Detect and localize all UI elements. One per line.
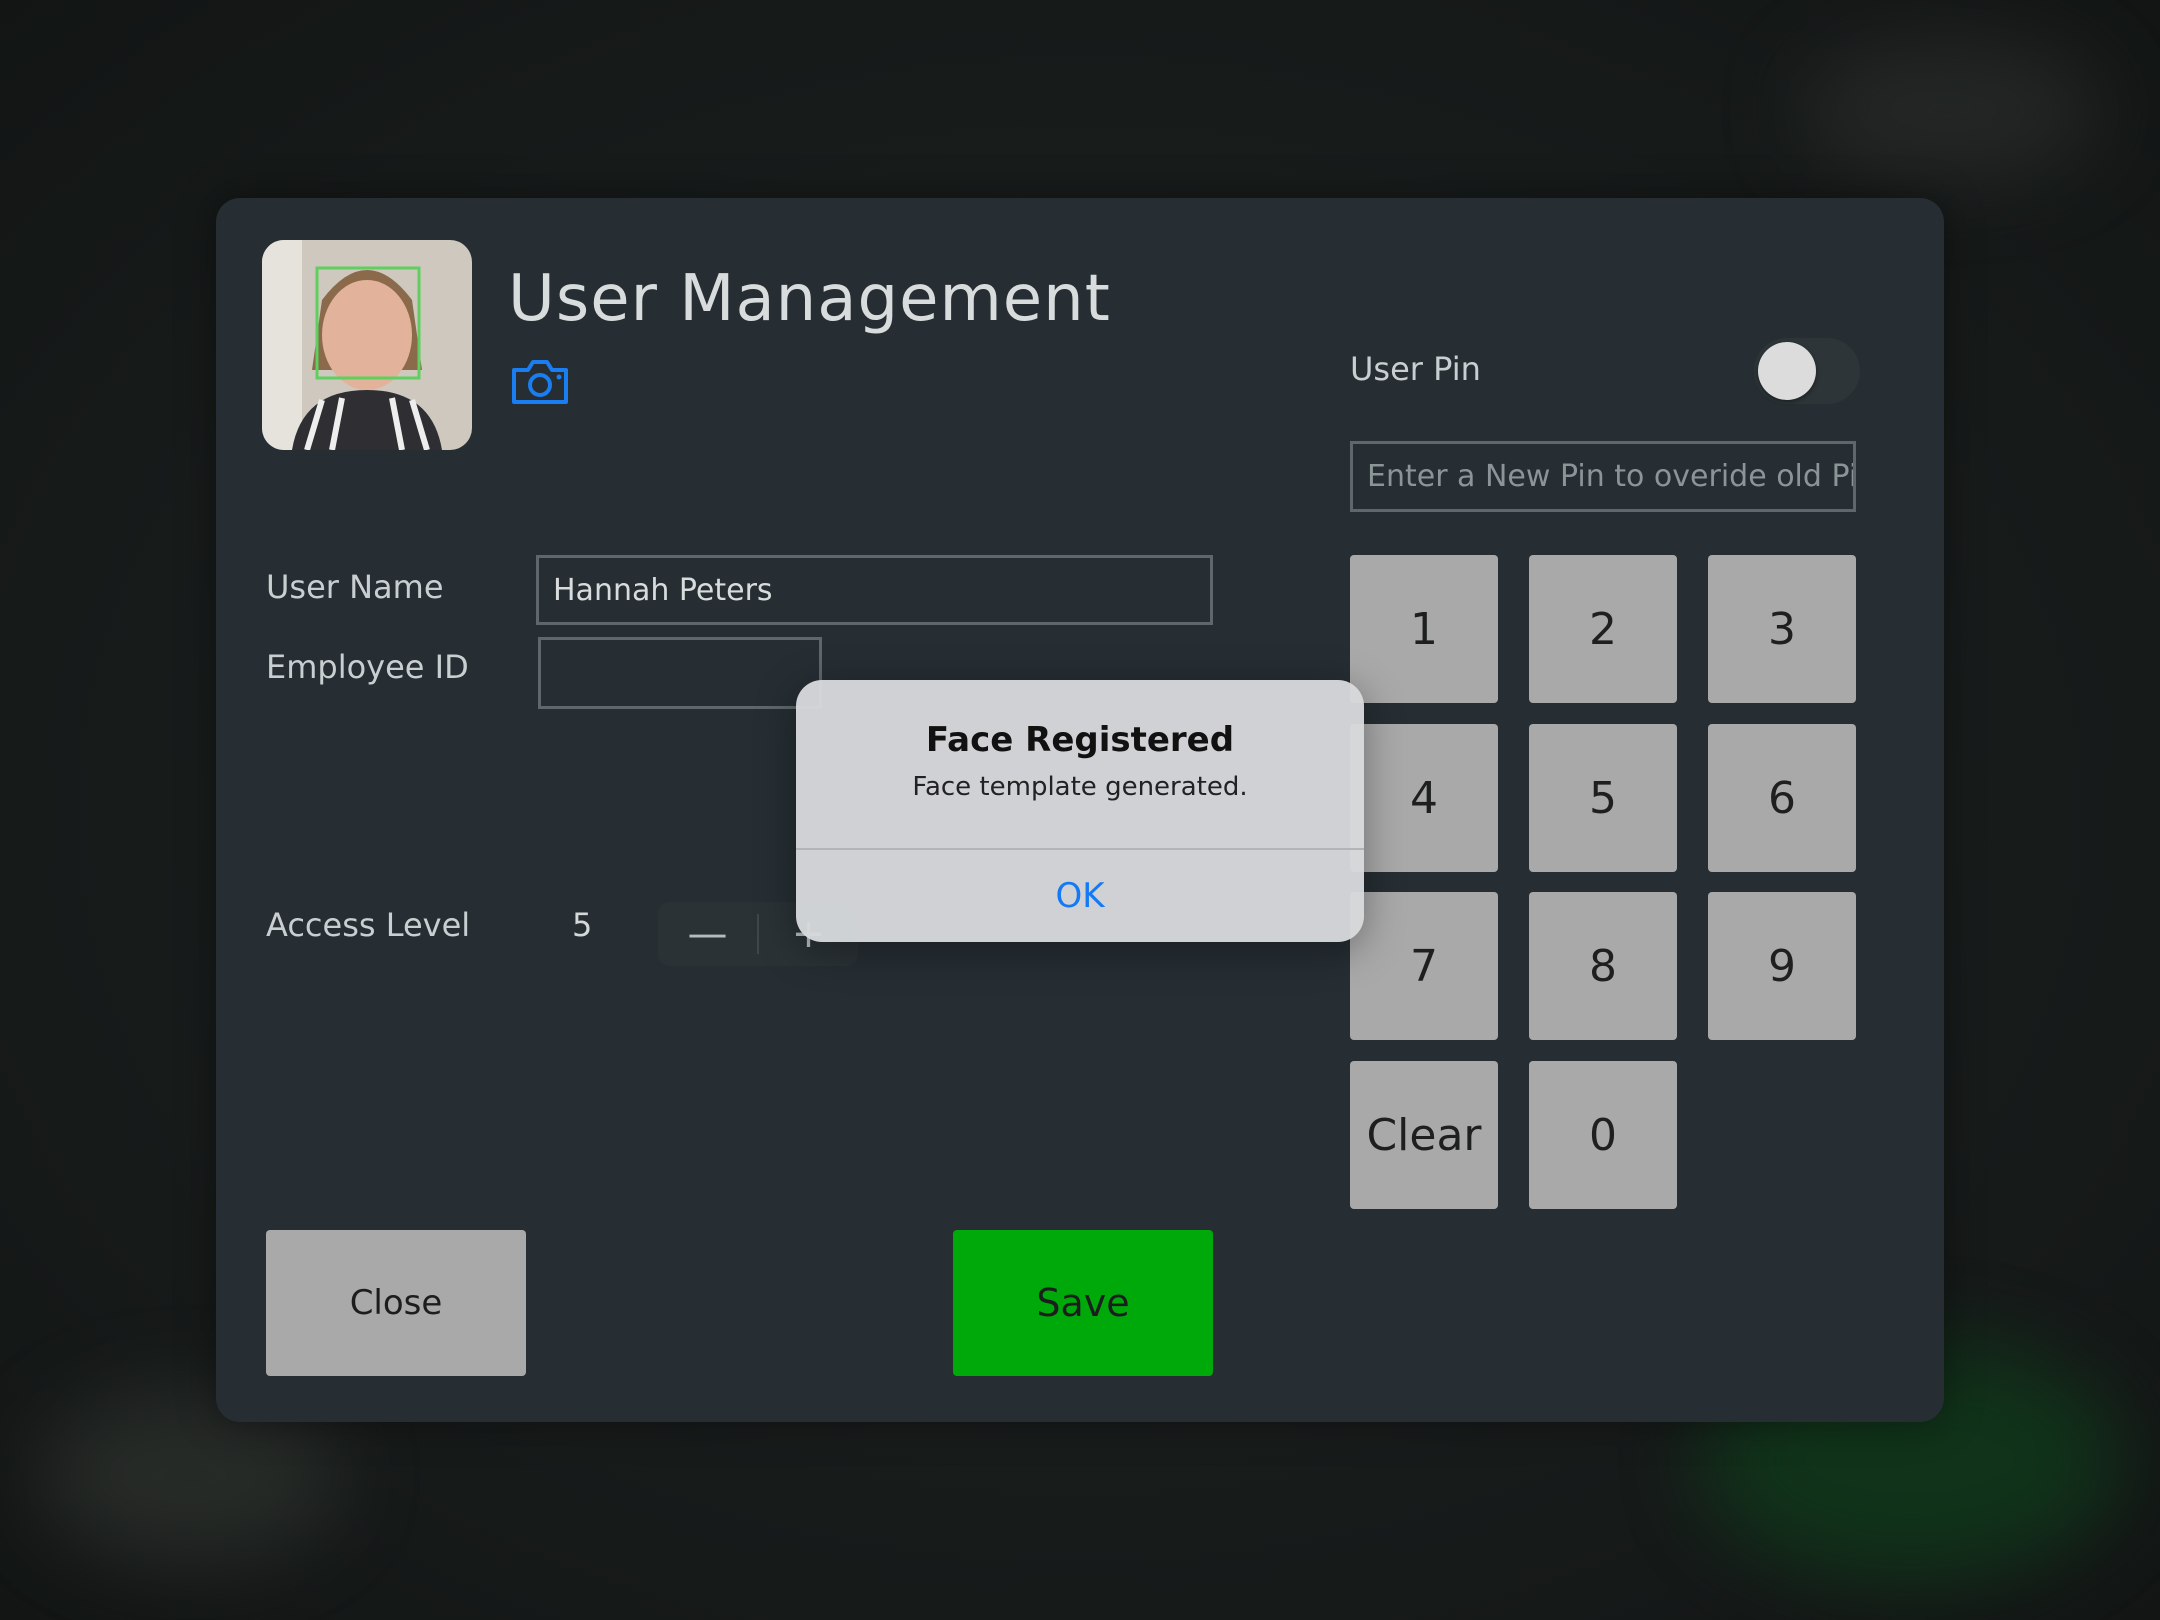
close-button[interactable]: Close xyxy=(266,1230,526,1376)
new-pin-placeholder: Enter a New Pin to overide old Pin xyxy=(1367,459,1856,494)
user-name-input[interactable]: Hannah Peters xyxy=(536,555,1213,625)
save-button[interactable]: Save xyxy=(953,1230,1213,1376)
background-blur-grey-top xyxy=(1800,40,2100,180)
toggle-knob xyxy=(1758,342,1816,400)
stepper-minus-button[interactable]: — xyxy=(658,902,757,966)
page-title: User Management xyxy=(508,262,1111,336)
keypad-key-7[interactable]: 7 xyxy=(1350,892,1498,1040)
alert-ok-button[interactable]: OK xyxy=(796,850,1364,942)
keypad-key-2[interactable]: 2 xyxy=(1529,555,1677,703)
access-level-value: 5 xyxy=(572,906,593,944)
keypad-key-clear[interactable]: Clear xyxy=(1350,1061,1498,1209)
user-name-label: User Name xyxy=(266,568,444,606)
keypad-key-6[interactable]: 6 xyxy=(1708,724,1856,872)
keypad-key-3[interactable]: 3 xyxy=(1708,555,1856,703)
keypad-key-5[interactable]: 5 xyxy=(1529,724,1677,872)
user-pin-label: User Pin xyxy=(1350,350,1481,388)
camera-icon[interactable] xyxy=(510,356,570,406)
face-registered-alert: Face Registered Face template generated.… xyxy=(796,680,1364,942)
employee-id-input[interactable] xyxy=(538,637,822,709)
alert-message: Face template generated. xyxy=(912,772,1248,802)
new-pin-input[interactable]: Enter a New Pin to overide old Pin xyxy=(1350,441,1856,512)
employee-id-label: Employee ID xyxy=(266,648,469,686)
user-pin-toggle[interactable] xyxy=(1754,338,1860,404)
keypad-key-1[interactable]: 1 xyxy=(1350,555,1498,703)
keypad-key-8[interactable]: 8 xyxy=(1529,892,1677,1040)
user-face-photo xyxy=(262,240,472,450)
access-level-label: Access Level xyxy=(266,906,471,944)
user-name-value: Hannah Peters xyxy=(553,572,773,608)
keypad-key-4[interactable]: 4 xyxy=(1350,724,1498,872)
keypad-key-9[interactable]: 9 xyxy=(1708,892,1856,1040)
keypad-key-0[interactable]: 0 xyxy=(1529,1061,1677,1209)
alert-title: Face Registered xyxy=(925,720,1235,760)
